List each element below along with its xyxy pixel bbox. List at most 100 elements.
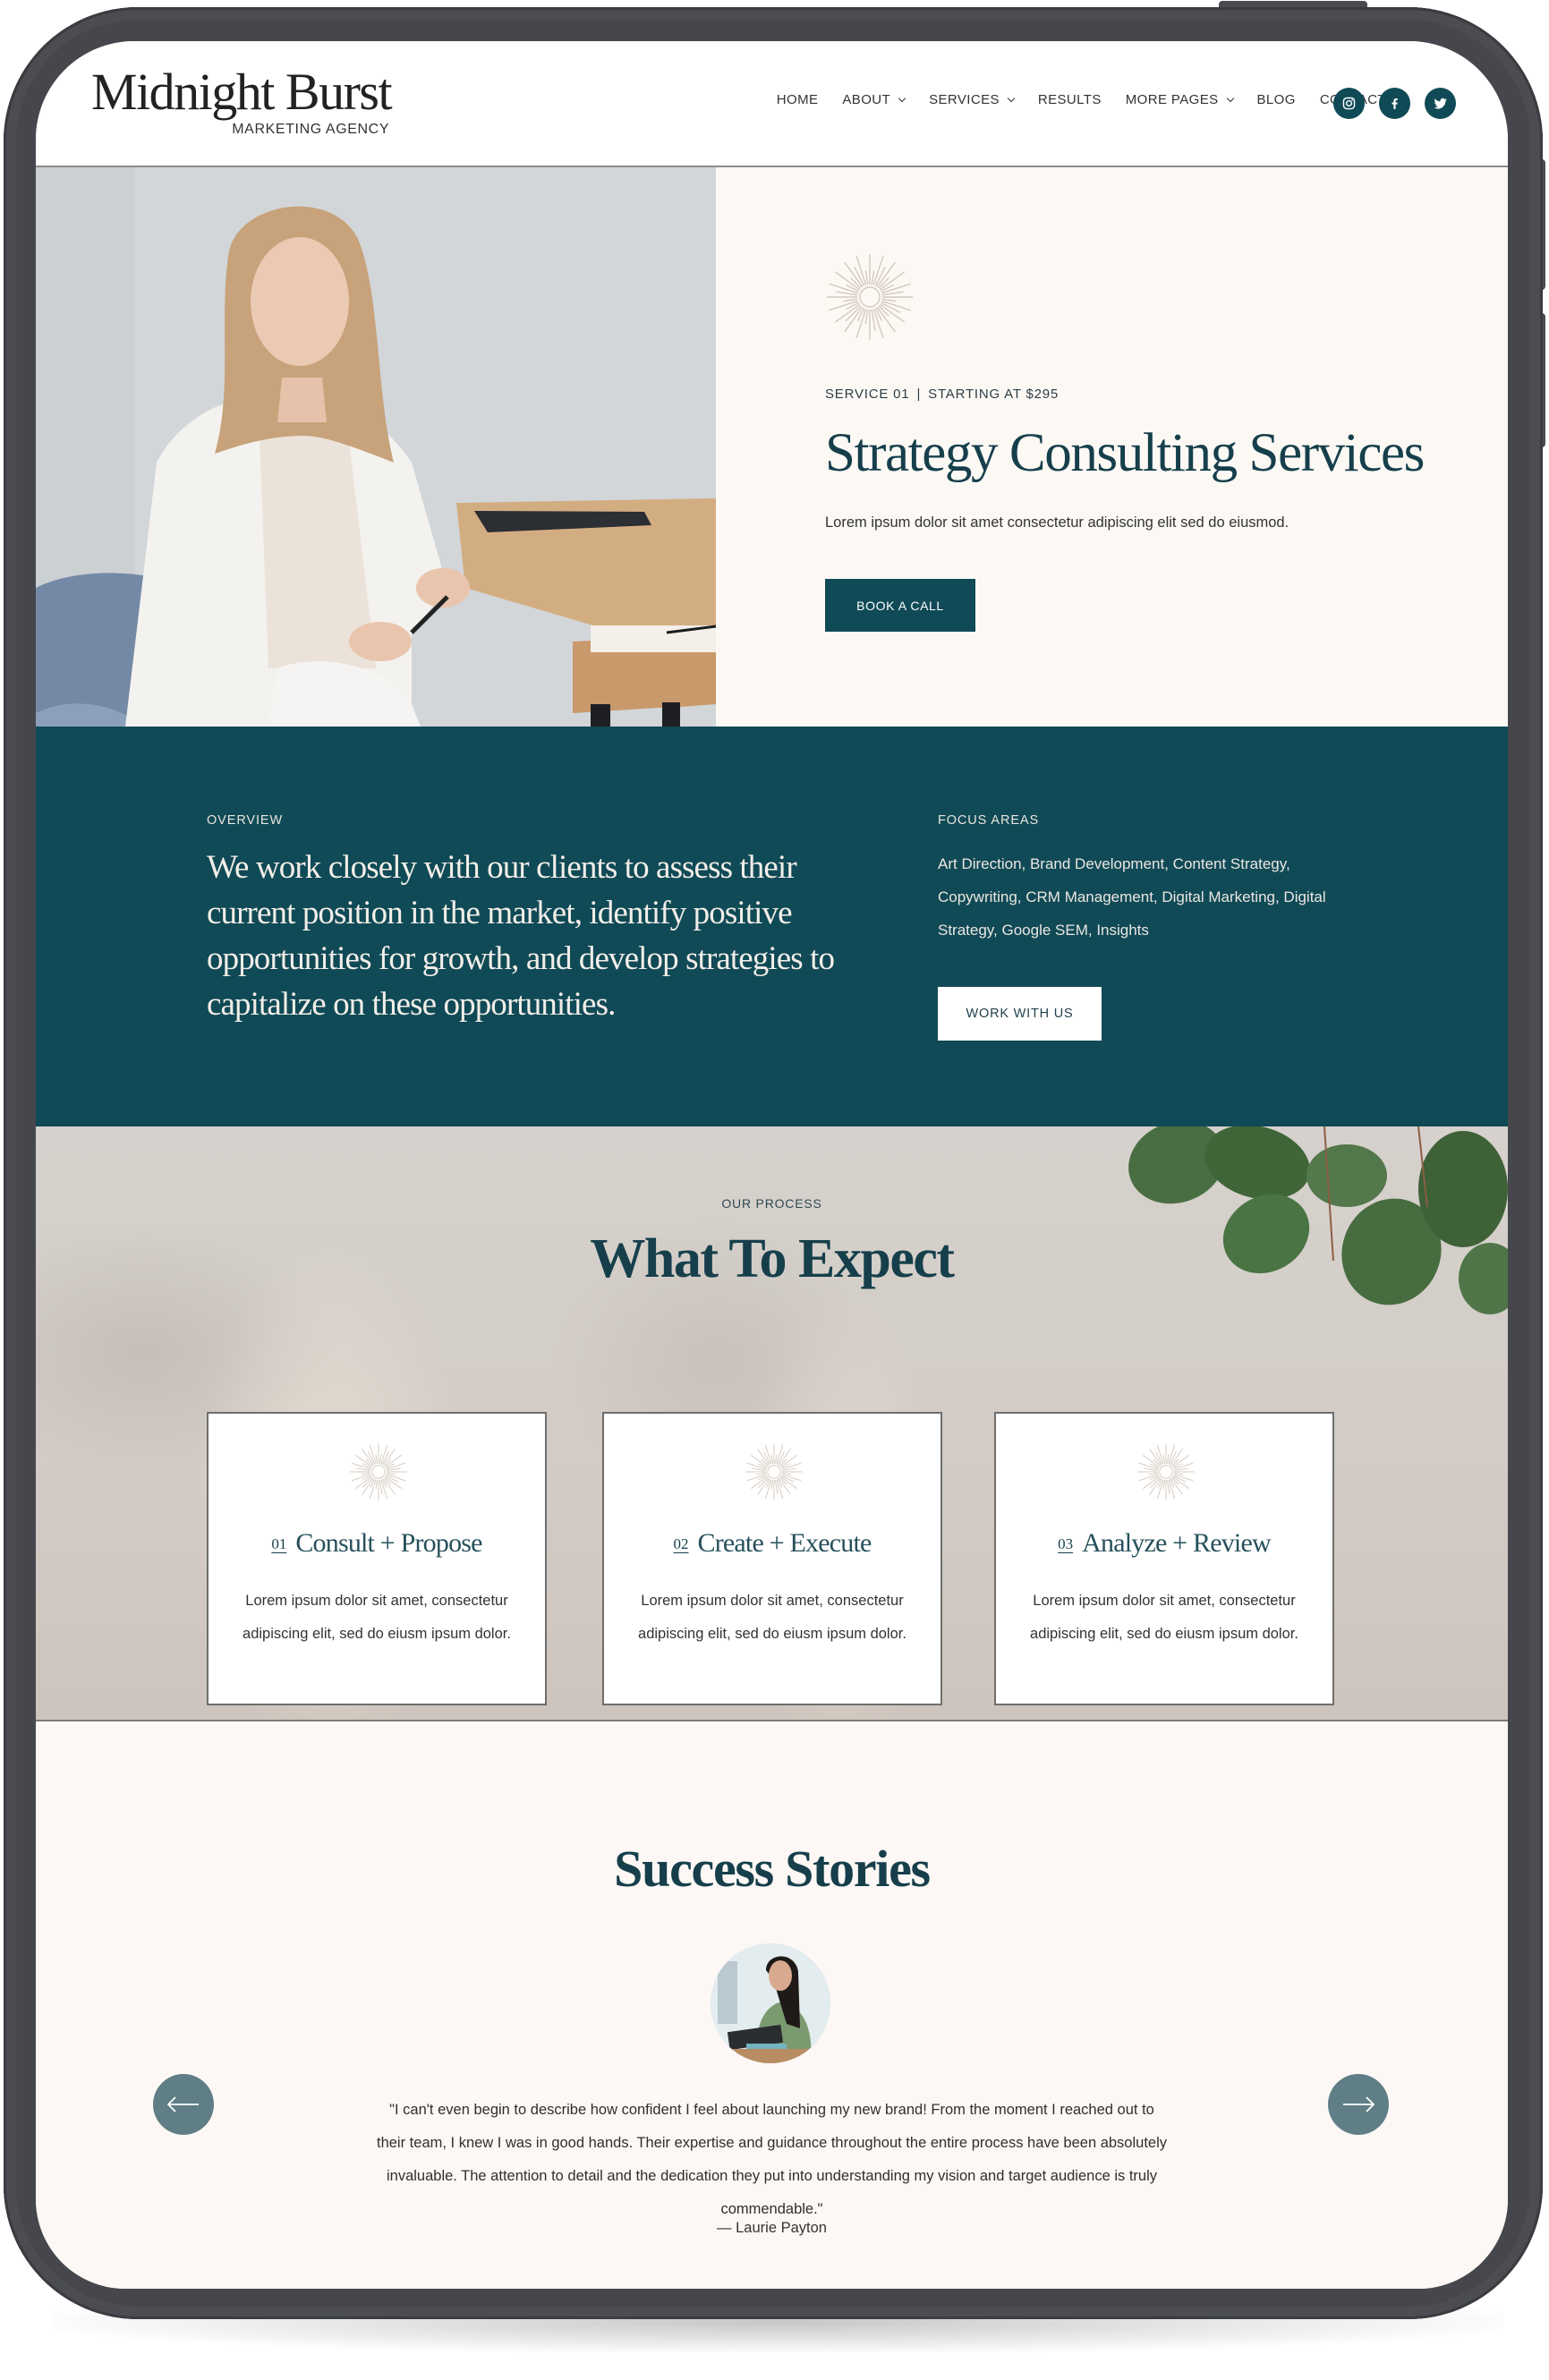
service-number: SERVICE 01 xyxy=(825,387,910,402)
starburst-ray xyxy=(1162,1480,1166,1490)
focus-areas-text: Art Direction, Brand Development, Conten… xyxy=(938,855,1326,939)
process-card-title: 01 Consult + Propose xyxy=(209,1528,545,1559)
nav-more-pages[interactable]: MORE PAGES xyxy=(1125,92,1234,107)
starburst-icon xyxy=(745,1443,803,1500)
site-header: Midnight Burst MARKETING AGENCY HOME ABO… xyxy=(36,41,1508,167)
starburst-ray xyxy=(375,1454,379,1464)
nav-blog[interactable]: BLOG xyxy=(1257,92,1296,107)
step-title: Create + Execute xyxy=(697,1528,872,1558)
nav-home-label: HOME xyxy=(776,92,819,107)
nav-services-label: SERVICES xyxy=(929,92,1000,107)
instagram-icon xyxy=(1342,97,1356,110)
starburst-ray xyxy=(375,1480,379,1490)
starburst-ray xyxy=(379,1454,382,1464)
process-label: OUR PROCESS xyxy=(721,1196,822,1211)
starburst-core xyxy=(371,1465,386,1479)
starburst-ray xyxy=(774,1454,778,1464)
process-card: 03 Analyze + Review Lorem ipsum dolor sit… xyxy=(994,1412,1334,1705)
facebook-link[interactable] xyxy=(1379,88,1410,119)
starburst-ray xyxy=(770,1454,774,1464)
chevron-down-icon xyxy=(898,94,906,102)
hero-description: Lorem ipsum dolor sit amet consectetur a… xyxy=(825,514,1289,531)
process-card-text: Lorem ipsum dolor sit amet, consectetur … xyxy=(638,1593,906,1642)
logo[interactable]: Midnight Burst MARKETING AGENCY xyxy=(91,63,393,138)
overview-section: OVERVIEW We work closely with our client… xyxy=(36,727,1508,1126)
overview-label: OVERVIEW xyxy=(207,813,284,828)
testimonials-title: Success Stories xyxy=(614,1840,931,1898)
work-with-us-button[interactable]: WORK WITH US xyxy=(938,987,1102,1041)
process-card-text: Lorem ipsum dolor sit amet, consectetur … xyxy=(243,1593,511,1642)
starburst-ray xyxy=(843,298,858,302)
starburst-icon xyxy=(350,1443,407,1500)
step-number: 02 xyxy=(673,1535,689,1552)
overview-text: We work closely with our clients to asse… xyxy=(207,849,835,1023)
focus-areas-label: FOCUS AREAS xyxy=(938,813,1040,828)
logo-title: Midnight Burst xyxy=(91,63,393,121)
starburst-core xyxy=(859,286,881,308)
starburst-ray xyxy=(881,298,897,302)
starburst-ray xyxy=(756,1472,766,1475)
testimonial-quote: "I can't even begin to describe how conf… xyxy=(377,2102,1167,2217)
next-testimonial-button[interactable] xyxy=(1328,2074,1389,2135)
previous-testimonial-button[interactable] xyxy=(153,2074,214,2135)
nav-about-label: ABOUT xyxy=(842,92,891,107)
step-number: 01 xyxy=(271,1535,287,1552)
testimonial-author: — Laurie Payton xyxy=(717,2220,827,2236)
step-number: 03 xyxy=(1058,1535,1074,1552)
starburst-ray xyxy=(1174,1472,1184,1475)
process-card-title: 02 Create + Execute xyxy=(604,1528,940,1559)
starburst-core xyxy=(1159,1465,1173,1479)
hero-content: SERVICE 01 | STARTING AT $295 Strategy Con… xyxy=(825,167,1451,727)
nav-more-pages-label: MORE PAGES xyxy=(1125,92,1219,107)
process-card: 02 Create + Execute Lorem ipsum dolor sit… xyxy=(602,1412,942,1705)
process-card-text: Lorem ipsum dolor sit amet, consectetur … xyxy=(1030,1593,1298,1642)
nav-about[interactable]: ABOUT xyxy=(842,92,906,107)
book-a-call-button[interactable]: BOOK A CALL xyxy=(825,579,975,632)
starburst-ray xyxy=(782,1472,792,1475)
starburst-ray xyxy=(864,270,869,285)
testimonials-section: Success Stories "I can't even begin to d… xyxy=(36,1721,1508,2289)
twitter-link[interactable] xyxy=(1425,88,1456,119)
starburst-icon xyxy=(827,254,913,340)
eyebrow-separator: | xyxy=(916,387,922,402)
hero-title: Strategy Consulting Services xyxy=(825,423,1425,483)
nav-results-label: RESULTS xyxy=(1037,92,1102,107)
nav-results[interactable]: RESULTS xyxy=(1038,92,1102,107)
starburst-ray xyxy=(864,309,869,324)
process-title: What To Expect xyxy=(590,1228,955,1289)
logo-tagline: MARKETING AGENCY xyxy=(232,122,390,137)
starburst-ray xyxy=(1166,1454,1170,1464)
process-card: 01 Consult + Propose Lorem ipsum dolor si… xyxy=(207,1412,547,1705)
starburst-ray xyxy=(1162,1454,1166,1464)
starburst-core xyxy=(767,1465,781,1479)
nav-home[interactable]: HOME xyxy=(777,92,819,107)
social-links xyxy=(1333,88,1456,119)
main-nav: HOME ABOUT SERVICES RESULTS MORE PAGES B… xyxy=(777,92,1386,107)
starburst-icon xyxy=(1137,1443,1195,1500)
arrow-right-icon xyxy=(1343,2096,1375,2112)
step-title: Analyze + Review xyxy=(1082,1528,1272,1558)
process-section: OUR PROCESS What To Expect 01 Consult + P… xyxy=(36,1126,1508,1721)
instagram-link[interactable] xyxy=(1333,88,1365,119)
starburst-ray xyxy=(1148,1472,1158,1475)
twitter-icon xyxy=(1434,98,1447,109)
process-card-title: 03 Analyze + Review xyxy=(996,1528,1332,1559)
hero-photo-consultant xyxy=(36,167,716,727)
arrow-left-icon xyxy=(166,2096,199,2112)
avatar-photo xyxy=(711,1943,830,2063)
starburst-ray xyxy=(387,1472,396,1475)
step-title: Consult + Propose xyxy=(295,1528,482,1558)
chevron-down-icon xyxy=(1007,94,1016,102)
testimonial-avatar xyxy=(711,1943,830,2063)
hero-eyebrow: SERVICE 01 | STARTING AT $295 xyxy=(825,387,1059,402)
tablet-screen: Midnight Burst MARKETING AGENCY HOME ABO… xyxy=(36,41,1508,2289)
service-price: STARTING AT $295 xyxy=(928,387,1060,402)
nav-services[interactable]: SERVICES xyxy=(929,92,1016,107)
hero-photo-illustration xyxy=(36,167,716,727)
facebook-icon xyxy=(1392,98,1398,109)
hero-section: SERVICE 01 | STARTING AT $295 Strategy Con… xyxy=(36,167,1508,727)
starburst-ray xyxy=(770,1480,774,1490)
starburst-ray xyxy=(871,270,875,285)
starburst-ray xyxy=(361,1472,370,1475)
nav-blog-label: BLOG xyxy=(1256,92,1296,107)
